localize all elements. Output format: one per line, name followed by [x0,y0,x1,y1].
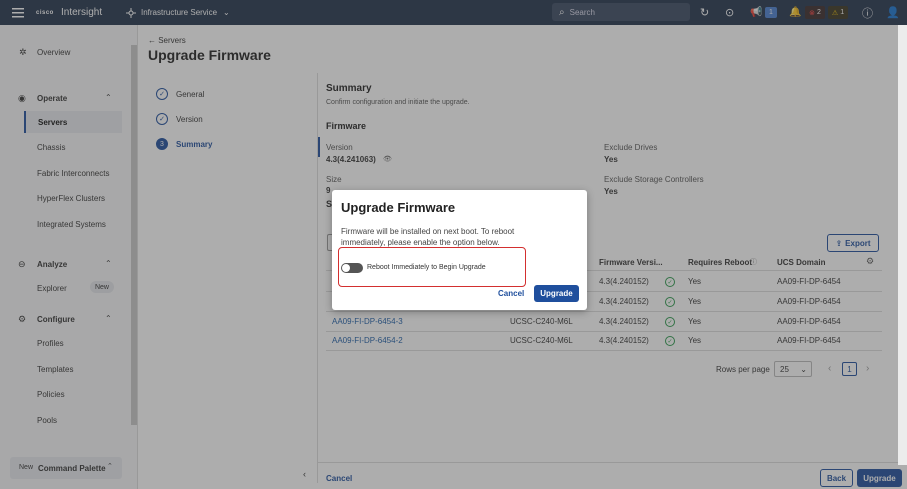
toggle-label: Reboot Immediately to Begin Upgrade [367,264,486,271]
dialog-title: Upgrade Firmware [341,200,456,215]
dialog-body: Firmware will be installed on next boot.… [341,227,515,247]
upgrade-firmware-dialog: Upgrade Firmware Firmware will be instal… [332,190,587,310]
reboot-toggle[interactable] [341,263,363,273]
dialog-upgrade-button[interactable]: Upgrade [534,285,579,302]
toggle-knob [342,264,350,272]
main-scrollbar[interactable] [898,25,907,465]
dialog-cancel-button[interactable]: Cancel [498,289,524,298]
